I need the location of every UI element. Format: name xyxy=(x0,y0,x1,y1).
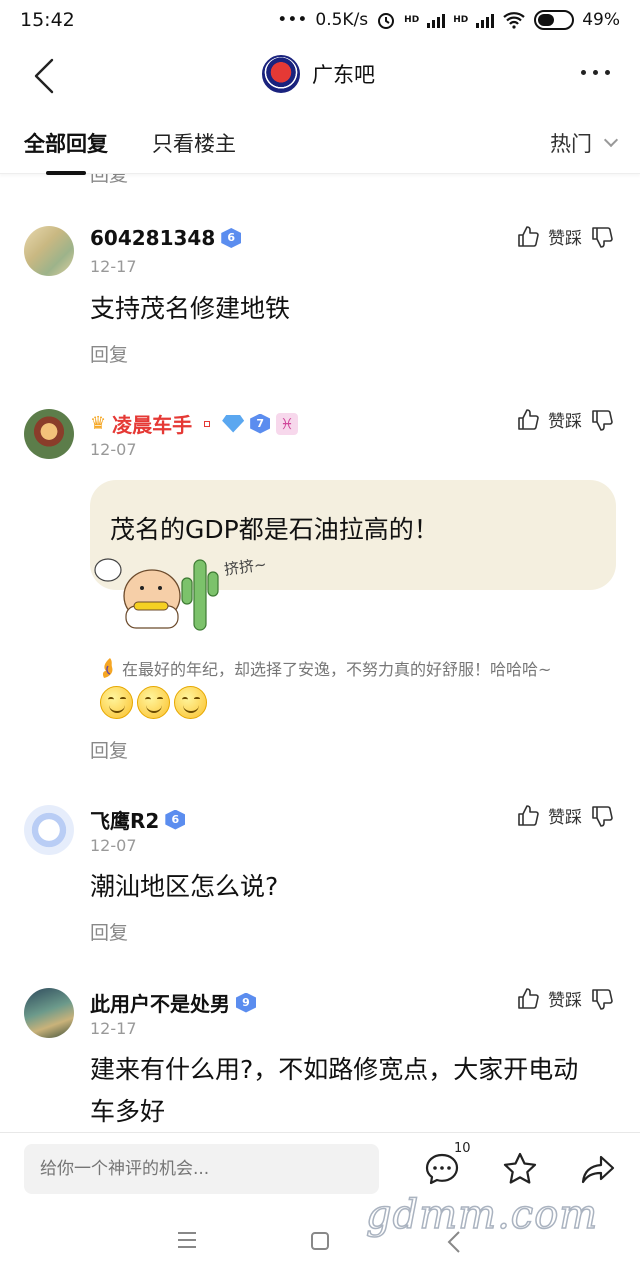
reply-button[interactable]: 回复 xyxy=(90,918,128,945)
level-badge: 6 xyxy=(221,228,242,248)
home-icon[interactable] xyxy=(309,1230,331,1252)
avatar[interactable] xyxy=(24,805,74,855)
pisces-icon: ♓ xyxy=(276,412,299,435)
back-icon[interactable] xyxy=(30,58,60,94)
top-nav: 广东吧 xyxy=(0,40,640,110)
forum-name: 广东吧 xyxy=(312,63,375,87)
reply-button[interactable]: 回复 xyxy=(90,736,128,763)
level-badge: 7 xyxy=(250,413,271,434)
post-date: 12-17 xyxy=(90,1019,137,1038)
dots-icon: ••• xyxy=(277,10,308,30)
comments-icon[interactable] xyxy=(424,1151,460,1187)
signal-icon-1 xyxy=(427,12,446,28)
avatar[interactable] xyxy=(24,226,74,276)
tab-all-replies[interactable]: 全部回复 xyxy=(24,128,108,175)
bubble-sticker xyxy=(94,558,219,631)
vote-controls: 赞踩 xyxy=(516,224,614,249)
smiley-icon xyxy=(174,686,207,719)
more-icon[interactable] xyxy=(581,70,610,75)
status-indicators: ••• 0.5K/s HD HD 49% xyxy=(277,10,620,30)
thumbs-down-icon[interactable] xyxy=(590,225,614,249)
thumbs-up-icon[interactable] xyxy=(516,987,540,1011)
vote-controls: 赞踩 xyxy=(516,407,614,432)
gem-icon xyxy=(222,414,245,433)
vote-controls: 赞踩 xyxy=(516,803,614,828)
username[interactable]: 604281348 6 xyxy=(90,226,242,250)
thumbs-down-icon[interactable] xyxy=(590,804,614,828)
tab-op-only[interactable]: 只看楼主 xyxy=(152,128,236,158)
menu-icon[interactable] xyxy=(176,1230,198,1250)
vote-label: 赞踩 xyxy=(548,229,582,249)
vote-label: 赞踩 xyxy=(548,808,582,828)
thumbs-down-icon[interactable] xyxy=(590,987,614,1011)
avatar[interactable] xyxy=(24,409,74,459)
wifi-icon xyxy=(503,12,525,29)
share-icon[interactable] xyxy=(580,1151,616,1187)
status-bar: 15:42 ••• 0.5K/s HD HD 49% xyxy=(0,0,640,40)
reply-button[interactable]: 回复 xyxy=(90,340,128,367)
battery-percent: 49% xyxy=(582,10,620,30)
thumbs-up-icon[interactable] xyxy=(516,408,540,432)
post-date: 12-07 xyxy=(90,836,137,855)
signal-icon-2 xyxy=(476,12,495,28)
watermark: gdmm.com xyxy=(365,1191,599,1239)
alarm-icon xyxy=(378,13,395,29)
sort-dropdown[interactable]: 热门 xyxy=(550,128,619,158)
username[interactable]: ♛ 凌晨车手 7 ♓ xyxy=(90,409,299,438)
reply-feed[interactable]: 回复 604281348 6 12-17 赞踩 支持茂名修建地铁 回复 ♛ 凌晨… xyxy=(0,174,640,1132)
vote-label: 赞踩 xyxy=(548,991,582,1011)
star-icon[interactable] xyxy=(502,1151,538,1187)
flame-icon xyxy=(102,658,113,678)
vote-label: 赞踩 xyxy=(548,412,582,432)
avatar[interactable] xyxy=(24,988,74,1038)
thumbs-down-icon[interactable] xyxy=(590,408,614,432)
comment-count-badge: 10 xyxy=(454,1141,471,1156)
signature-emojis xyxy=(100,686,207,719)
level-badge: 9 xyxy=(236,992,256,1013)
post-content: 建来有什么用?，不如路修宽点，大家开电动车多好 xyxy=(90,1055,579,1126)
hd-label-2: HD xyxy=(453,15,469,25)
battery-icon xyxy=(534,10,575,30)
post-content: 潮汕地区怎么说? xyxy=(90,872,279,901)
smiley-icon xyxy=(100,686,133,719)
signature-text: 在最好的年纪，却选择了安逸，不努力真的好舒服！哈哈哈~ xyxy=(122,660,552,679)
post-date: 12-07 xyxy=(90,440,137,459)
forum-logo xyxy=(262,55,300,93)
forum-header[interactable]: 广东吧 xyxy=(262,55,375,93)
level-badge: 6 xyxy=(165,809,186,830)
network-speed: 0.5K/s xyxy=(315,10,369,30)
crown-icon: ♛ xyxy=(90,413,107,434)
thumbs-up-icon[interactable] xyxy=(516,804,540,828)
sort-label: 热门 xyxy=(550,132,592,156)
hd-label-1: HD xyxy=(404,15,420,25)
username[interactable]: 此用户不是处男 9 xyxy=(90,988,256,1017)
thumbs-up-icon[interactable] xyxy=(516,225,540,249)
post-date: 12-17 xyxy=(90,257,137,276)
post-content: 支持茂名修建地铁 xyxy=(90,294,291,323)
chevron-down-icon xyxy=(603,132,619,148)
comment-input[interactable] xyxy=(24,1144,379,1194)
member-square-icon xyxy=(204,420,211,427)
reply-tabs: 全部回复 只看楼主 热门 xyxy=(0,112,640,175)
smiley-icon xyxy=(137,686,170,719)
user-signature: 在最好的年纪，却选择了安逸，不努力真的好舒服！哈哈哈~ xyxy=(100,656,551,680)
vote-controls: 赞踩 xyxy=(516,986,614,1011)
reply-button[interactable]: 回复 xyxy=(90,174,128,187)
post-content: 茂名的GDP都是石油拉高的！ xyxy=(110,515,439,544)
status-time: 15:42 xyxy=(20,9,75,31)
username[interactable]: 飞鹰R2 6 xyxy=(90,805,186,834)
